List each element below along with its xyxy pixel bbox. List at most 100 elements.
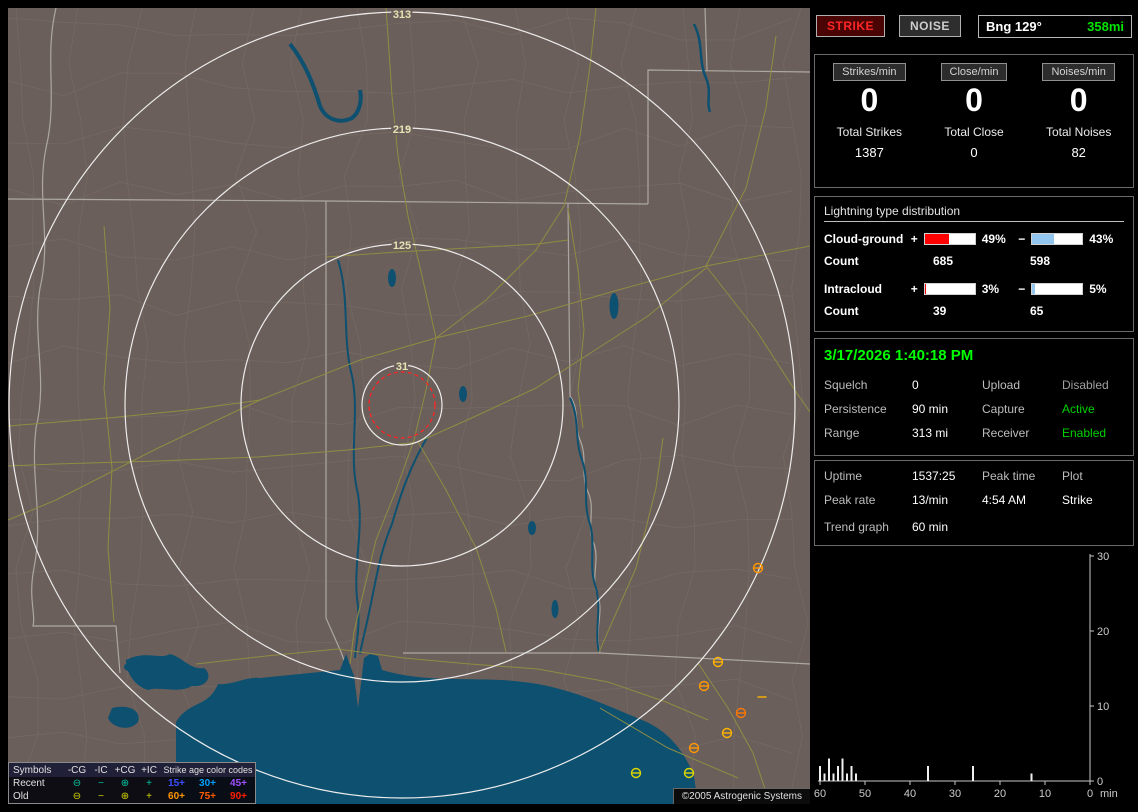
- ic-plus-percent: 3%: [981, 282, 1000, 296]
- svg-text:30: 30: [949, 788, 961, 800]
- count-label: Count: [824, 304, 859, 318]
- distribution-title: Lightning type distribution: [824, 204, 1124, 222]
- upload-label: Upload: [982, 378, 1021, 392]
- noises-rate: 0: [1069, 82, 1088, 118]
- count-label: Count: [824, 254, 859, 268]
- plus-sign: +: [910, 232, 918, 246]
- total-close-value: 0: [970, 145, 978, 161]
- squelch-label: Squelch: [824, 378, 868, 392]
- map-canvas[interactable]: 313 219 125 31: [8, 8, 810, 804]
- bearing-readout: Bng 129° 358mi: [978, 14, 1132, 38]
- legend-age-header: Strike age color codes: [163, 764, 253, 775]
- strike-mode-button[interactable]: STRIKE: [816, 15, 886, 37]
- legend-row: Old ⊖ − ⊕ +60+ 75+ 90+: [13, 791, 247, 802]
- svg-text:min: min: [1100, 788, 1118, 800]
- ring-label-31: 31: [396, 361, 408, 373]
- rate-stats-section: Strikes/min 0 Total Strikes 1387 Close/m…: [814, 54, 1134, 188]
- cg-plus-count: 685: [933, 254, 954, 268]
- uptime-value: 1537:25: [912, 469, 956, 483]
- trend-graph-label: Trend graph: [824, 520, 889, 534]
- peak-rate-label: Peak rate: [824, 493, 876, 507]
- legend-col-nic: -IC: [94, 764, 108, 776]
- receiver-label: Receiver: [982, 426, 1030, 440]
- intracloud-label: Intracloud: [824, 282, 883, 296]
- svg-text:50: 50: [859, 788, 871, 800]
- svg-text:60: 60: [814, 788, 826, 800]
- ring-label-313: 313: [393, 9, 411, 21]
- ic-plus-count: 39: [933, 304, 947, 318]
- status-grid: Squelch 0 Upload Disabled Persistence 90…: [824, 378, 1124, 440]
- noises-stat-column: Noises/min 0 Total Noises 82: [1026, 63, 1131, 181]
- noises-per-min-button[interactable]: Noises/min: [1042, 63, 1115, 81]
- svg-text:10: 10: [1097, 701, 1109, 713]
- ic-minus-bar: [1031, 283, 1084, 295]
- trend-graph-period: 60 min: [912, 520, 949, 534]
- cg-minus-count: 598: [1030, 254, 1051, 268]
- trend-graph-row: Trend graph 60 min: [824, 520, 1124, 534]
- intracloud-count-row: Count 39 65: [824, 304, 1124, 318]
- plot-label: Plot: [1062, 469, 1083, 483]
- svg-text:30: 30: [1097, 551, 1109, 563]
- persistence-value: 90 min: [912, 402, 949, 416]
- legend-symbols-label: Symbols: [13, 764, 52, 776]
- legend-col-ncg: -CG: [67, 764, 87, 776]
- trend-chart-canvas: 302010060 50 40 30 20 10 0 min: [814, 551, 1118, 800]
- ic-minus-count: 65: [1030, 304, 1044, 318]
- persistence-label: Persistence: [824, 402, 887, 416]
- cloud-ground-label: Cloud-ground: [824, 232, 904, 246]
- total-strikes-value: 1387: [854, 145, 884, 161]
- uptime-section: Uptime 1537:25 Peak time Plot Peak rate …: [814, 460, 1134, 546]
- ic-minus-percent: 5%: [1089, 282, 1107, 296]
- status-panel: STRIKE NOISE Bng 129° 358mi Strikes/min …: [814, 8, 1134, 804]
- intracloud-row: Intracloud + 3% − 5%: [824, 282, 1124, 296]
- total-close-label: Total Close: [944, 125, 1004, 140]
- minus-sign: −: [1018, 282, 1026, 296]
- total-strikes-label: Total Strikes: [836, 125, 903, 140]
- legend-col-pcg: +CG: [114, 764, 136, 776]
- ring-label-125: 125: [393, 240, 411, 252]
- svg-text:10: 10: [1039, 788, 1051, 800]
- range-value: 313 mi: [912, 426, 949, 440]
- strikes-stat-column: Strikes/min 0 Total Strikes 1387: [817, 63, 922, 181]
- map-legend: Symbols -CG -IC +CG +IC Strike age color…: [8, 762, 256, 804]
- datetime-readout: 3/17/2026 1:40:18 PM: [824, 347, 974, 364]
- capture-status: Active: [1062, 402, 1095, 416]
- svg-text:20: 20: [994, 788, 1006, 800]
- uptime-label: Uptime: [824, 469, 863, 483]
- strikes-rate: 0: [860, 82, 879, 118]
- total-noises-label: Total Noises: [1045, 125, 1112, 140]
- squelch-value: 0: [912, 378, 919, 392]
- bearing-distance: 358mi: [1087, 18, 1124, 34]
- cloud-ground-count-row: Count 685 598: [824, 254, 1124, 268]
- receiver-status: Enabled: [1062, 426, 1107, 440]
- lightning-map[interactable]: 313 219 125 31 Symbols -CG -IC +CG +IC S…: [8, 8, 810, 804]
- svg-text:40: 40: [904, 788, 916, 800]
- svg-text:20: 20: [1097, 626, 1109, 638]
- legend-row: Recent ⊖ − ⊕ +15+ 30+ 45+: [13, 778, 247, 789]
- svg-text:0: 0: [1087, 788, 1093, 800]
- legend-header: Symbols -CG -IC +CG +IC Strike age color…: [9, 763, 255, 777]
- cg-plus-percent: 49%: [981, 232, 1006, 246]
- close-stat-column: Close/min 0 Total Close 0: [922, 63, 1027, 181]
- ic-plus-bar: [923, 283, 976, 295]
- distribution-section: Lightning type distribution Cloud-ground…: [814, 196, 1134, 332]
- plus-sign: +: [910, 282, 918, 296]
- peak-time-value: 4:54 AM: [982, 493, 1027, 507]
- mode-toolbar: STRIKE NOISE Bng 129° 358mi: [816, 12, 1132, 40]
- copyright-notice: ©2005 Astrogenic Systems: [672, 788, 810, 804]
- peak-time-label: Peak time: [982, 469, 1036, 483]
- plot-value: Strike: [1062, 493, 1093, 507]
- cg-plus-bar: [923, 233, 976, 245]
- capture-label: Capture: [982, 402, 1025, 416]
- noise-mode-button[interactable]: NOISE: [899, 15, 961, 37]
- bearing-value: Bng 129°: [986, 18, 1042, 34]
- ring-label-219: 219: [393, 124, 411, 136]
- strikes-per-min-button[interactable]: Strikes/min: [833, 63, 906, 81]
- svg-text:0: 0: [1097, 776, 1103, 788]
- total-noises-value: 82: [1071, 145, 1086, 161]
- range-label: Range: [824, 426, 860, 440]
- trend-graph: 30 20 10 0 60 50 40 30 20 10 0 min: [814, 550, 1134, 806]
- uptime-grid: Uptime 1537:25 Peak time Plot Peak rate …: [824, 469, 1124, 507]
- close-per-min-button[interactable]: Close/min: [940, 63, 1008, 81]
- close-rate: 0: [965, 82, 983, 118]
